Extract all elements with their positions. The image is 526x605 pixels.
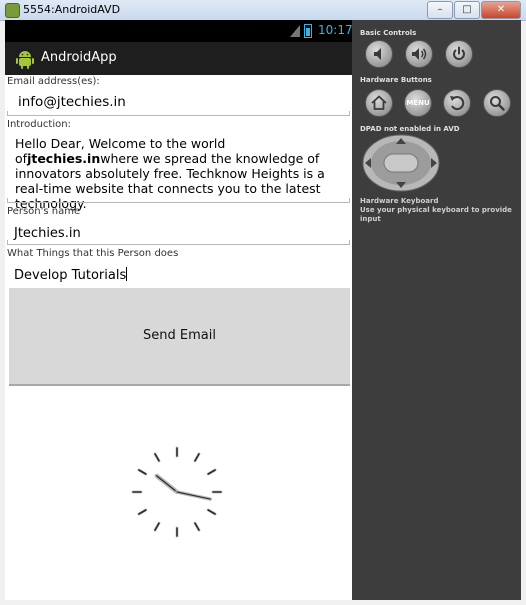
maximize-button[interactable]: □ <box>454 1 480 19</box>
dpad-control[interactable] <box>362 134 440 192</box>
send-email-button[interactable]: Send Email <box>9 288 350 386</box>
text-cursor <box>126 267 128 281</box>
app-title: AndroidApp <box>41 50 117 65</box>
email-field[interactable]: info@jtechies.in <box>7 90 350 116</box>
power-button[interactable] <box>445 40 473 68</box>
signal-icon <box>290 25 300 37</box>
name-field[interactable]: Jtechies.in <box>7 220 350 245</box>
things-label: What Things that this Person does <box>7 248 179 259</box>
analog-clock-widget <box>131 446 223 538</box>
status-time: 10:17 <box>318 23 352 37</box>
emulator-controls-panel: Basic Controls Hardware Buttons MENU DPA… <box>355 20 521 600</box>
intro-field[interactable]: Hello Dear, Welcome to the world ofjtech… <box>7 131 350 211</box>
volume-down-icon <box>374 48 381 60</box>
close-button[interactable]: ✕ <box>481 1 521 19</box>
back-icon <box>450 96 465 111</box>
volume-down-button[interactable] <box>365 40 393 68</box>
android-robot-icon <box>16 51 34 69</box>
emulator-app-icon <box>5 3 20 18</box>
back-button[interactable] <box>443 89 471 117</box>
minimize-button[interactable]: – <box>427 1 453 19</box>
hour-hand-edge <box>155 475 178 493</box>
hardware-buttons-label: Hardware Buttons <box>360 76 432 84</box>
status-bar: 10:17 <box>5 20 352 42</box>
volume-up-button[interactable] <box>405 40 433 68</box>
email-label: Email address(es): <box>7 76 100 87</box>
search-icon <box>490 96 505 111</box>
home-button[interactable] <box>365 89 393 117</box>
minute-hand-edge <box>176 491 211 500</box>
things-field[interactable]: Develop Tutorials <box>7 262 350 288</box>
battery-icon <box>304 24 312 38</box>
window-title: 5554:AndroidAVD <box>23 3 121 16</box>
hardware-keyboard-label: Hardware Keyboard <box>360 197 439 205</box>
window-titlebar: 5554:AndroidAVD – □ ✕ <box>0 0 526 21</box>
menu-button[interactable]: MENU <box>404 89 432 117</box>
home-icon <box>371 95 387 110</box>
email-value: info@jtechies.in <box>18 94 126 110</box>
menu-button-label: MENU <box>406 99 430 107</box>
hardware-keyboard-note: Use your physical keyboard to provide in… <box>360 206 512 223</box>
send-email-label: Send Email <box>143 328 216 343</box>
basic-controls-label: Basic Controls <box>360 29 417 37</box>
power-icon <box>453 46 465 60</box>
name-label: Person's name <box>7 206 81 217</box>
dpad-label: DPAD not enabled in AVD <box>360 125 460 133</box>
device-screen: 10:17 AndroidApp Email address(es): info… <box>5 20 352 600</box>
intro-link-text: jtechies.in <box>27 151 101 166</box>
name-value: Jtechies.in <box>14 226 81 241</box>
intro-label: Introduction: <box>7 119 71 130</box>
things-value: Develop Tutorials <box>14 267 128 283</box>
volume-up-icon <box>412 48 427 60</box>
action-bar: AndroidApp <box>5 42 352 75</box>
search-button[interactable] <box>483 89 511 117</box>
